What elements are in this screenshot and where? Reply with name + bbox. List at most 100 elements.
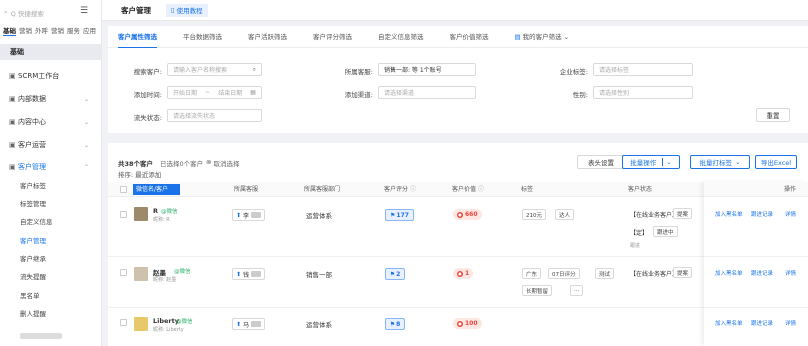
reset-button[interactable]: 重置 [756, 108, 790, 122]
table-row: R @微信 昵称: R ⬆ 李 运营体系 ⚑ 177 ● 660 210元 达人… [108, 197, 808, 257]
chevron-down-icon: ⌄ [735, 158, 741, 166]
tab-active-filter[interactable]: 客户活跃筛选 [248, 26, 287, 48]
search-label: 搜索客户: [133, 68, 162, 76]
sidebar-tab[interactable]: 应用 [83, 25, 96, 36]
tab-attribute-filter[interactable]: 客户属性筛选 [118, 26, 157, 48]
sidebar-sub-item[interactable]: 客户继承 [0, 252, 101, 266]
churn-select[interactable]: 请选择流失状态 [167, 109, 262, 122]
sidebar-item-label: 客户运营 [18, 141, 46, 149]
value-number: 660 [465, 211, 478, 218]
sidebar-tab[interactable]: 营销 [51, 25, 64, 36]
corp-tag-placeholder: 请选择标签 [599, 67, 630, 74]
sidebar-search[interactable]: ⌕ Q 快捷搜索 [4, 6, 76, 19]
search-input[interactable]: 请输入客户名称搜索 ⌕ [167, 63, 262, 76]
sidebar-tab[interactable]: 服务 [67, 25, 80, 36]
total-count: 共38个客户 [118, 160, 154, 168]
sidebar-item-label: SCRM工作台 [18, 72, 60, 80]
status-action-tag[interactable]: 提案 [673, 267, 693, 278]
column-settings-button[interactable]: 表头设置 [577, 155, 625, 169]
select-all-checkbox[interactable] [120, 186, 127, 193]
more-tags-button[interactable]: ··· [570, 285, 584, 296]
tag-chip: 测试 [595, 268, 615, 279]
menu-icon[interactable]: ☰ [80, 7, 90, 16]
score-value: 2 [396, 270, 401, 278]
grid-icon: ▣ [9, 95, 16, 103]
wechat-channel: @微信 [176, 319, 193, 325]
sidebar-tab[interactable]: 营销 [19, 25, 32, 36]
sidebar-item-operation[interactable]: ▣ 客户运营 ⌄ [0, 137, 101, 153]
status-stage-tag[interactable]: 跟进中 [653, 226, 678, 237]
sidebar-sub-item[interactable]: 标签管理 [0, 197, 101, 211]
gender-select[interactable]: 请选择性别 [593, 86, 693, 99]
owner-chip: ⬆ 马 [232, 318, 266, 330]
sidebar-item-internal-data[interactable]: ▣ 内部数据 ⌄ [0, 91, 101, 107]
sidebar-item-label: 内容中心 [18, 118, 46, 126]
row-checkbox[interactable] [120, 211, 127, 218]
chevron-down-icon: ⌄ [83, 95, 89, 103]
book-icon: ▯ [171, 6, 175, 14]
header-score[interactable]: 客户评分 ⓘ [384, 182, 416, 197]
corp-tag-select[interactable]: 请选择标签 [593, 63, 693, 76]
sidebar-tab[interactable]: 外呼 [35, 25, 48, 36]
header-score-label: 客户评分 [384, 186, 409, 193]
sidebar-sub-item[interactable]: 客户标签 [0, 179, 101, 193]
close-circle-icon: ⊗ [206, 158, 212, 166]
owner-select[interactable]: 销售一部: 等 1个账号 [378, 63, 476, 76]
user-icon: ⬆ [236, 270, 242, 278]
sidebar-item-customer-mgmt[interactable]: ▣ 客户管理 ⌃ [0, 159, 101, 175]
batch-action-button[interactable]: 批量操作 ⌄ [622, 155, 680, 169]
sidebar-section-basic[interactable]: 基础 [0, 44, 101, 60]
tutorial-tab[interactable]: ▯ 使用教程 [166, 3, 208, 17]
tab-platform-filter[interactable]: 平台数据筛选 [183, 26, 222, 48]
value-icon: ● [457, 211, 463, 218]
sidebar-sub-item[interactable]: 黑名单 [0, 289, 101, 303]
header-value[interactable]: 客户价值 ⓘ [452, 182, 484, 197]
flag-icon: ⚑ [390, 211, 396, 219]
header-wechat-name[interactable]: 微信名/客户 [133, 184, 180, 195]
wechat-channel: @微信 [174, 269, 191, 275]
tab-score-filter[interactable]: 客户评分筛选 [313, 26, 352, 48]
user-icon: ⬆ [236, 211, 242, 219]
redacted-name [251, 212, 262, 218]
sidebar-item-scrm[interactable]: ▣ SCRM工作台 [0, 68, 101, 84]
status-action-tag[interactable]: 提案 [673, 208, 693, 219]
value-badge: ● 100 [453, 318, 482, 329]
sort-dropdown[interactable]: 排序: 最近添加 [118, 169, 161, 179]
sidebar-tab[interactable]: 基础 [3, 25, 16, 36]
export-excel-button[interactable]: 导出Excel [755, 155, 797, 169]
score-badge[interactable]: ⚑ 2 [385, 268, 405, 280]
sidebar-sub-item[interactable]: 流失提醒 [0, 270, 101, 284]
row-checkbox[interactable] [120, 269, 127, 276]
sidebar-sub-item[interactable]: 删人提醒 [0, 307, 101, 321]
redacted-name [251, 321, 262, 327]
cancel-select-link[interactable]: ⊗ 取消选择 [206, 158, 239, 168]
tab-my-customer-filter[interactable]: ▤ 我的客户筛选 ⌄ [515, 26, 570, 48]
tab-value-filter[interactable]: 客户价值筛选 [450, 26, 489, 48]
search-icon: ⌕ [4, 8, 8, 16]
avatar [134, 267, 148, 281]
tutorial-tab-label: 使用教程 [176, 7, 203, 15]
batch-tag-button[interactable]: 批量打标签 ⌄ [690, 155, 750, 169]
churn-label: 流失状态: [133, 114, 162, 122]
status-extra[interactable]: 跟进 [630, 242, 640, 249]
owner-name: 李 [243, 212, 250, 220]
value-icon: ● [457, 270, 463, 277]
customer-name[interactable]: R [153, 207, 158, 215]
score-badge[interactable]: ⚑ 8 [385, 318, 405, 330]
grid-icon: ▣ [9, 118, 16, 126]
sidebar-item-content[interactable]: ▣ 内容中心 ⌄ [0, 114, 101, 130]
tab-label: 我的客户筛选 [522, 32, 562, 41]
add-channel-select[interactable]: 请选择渠道 [378, 86, 476, 99]
sidebar-search-placeholder: Q 快捷搜索 [10, 9, 44, 18]
tab-custom-filter[interactable]: 自定义信息筛选 [378, 26, 424, 48]
avatar [134, 207, 148, 221]
sidebar-sub-item[interactable]: 自定义信息 [0, 215, 101, 229]
score-badge[interactable]: ⚑ 177 [385, 209, 414, 221]
row-checkbox[interactable] [120, 319, 127, 326]
header-tags: 标签 [521, 186, 534, 193]
flag-icon: ⚑ [389, 320, 396, 328]
date-end: 结束日期 [218, 90, 243, 97]
sidebar-sub-item-active[interactable]: 客户管理 [0, 234, 101, 248]
date-range-picker[interactable]: 开始日期 ~ 结束日期 ▤ [167, 86, 262, 99]
tag-chip: 广东 [522, 268, 542, 279]
